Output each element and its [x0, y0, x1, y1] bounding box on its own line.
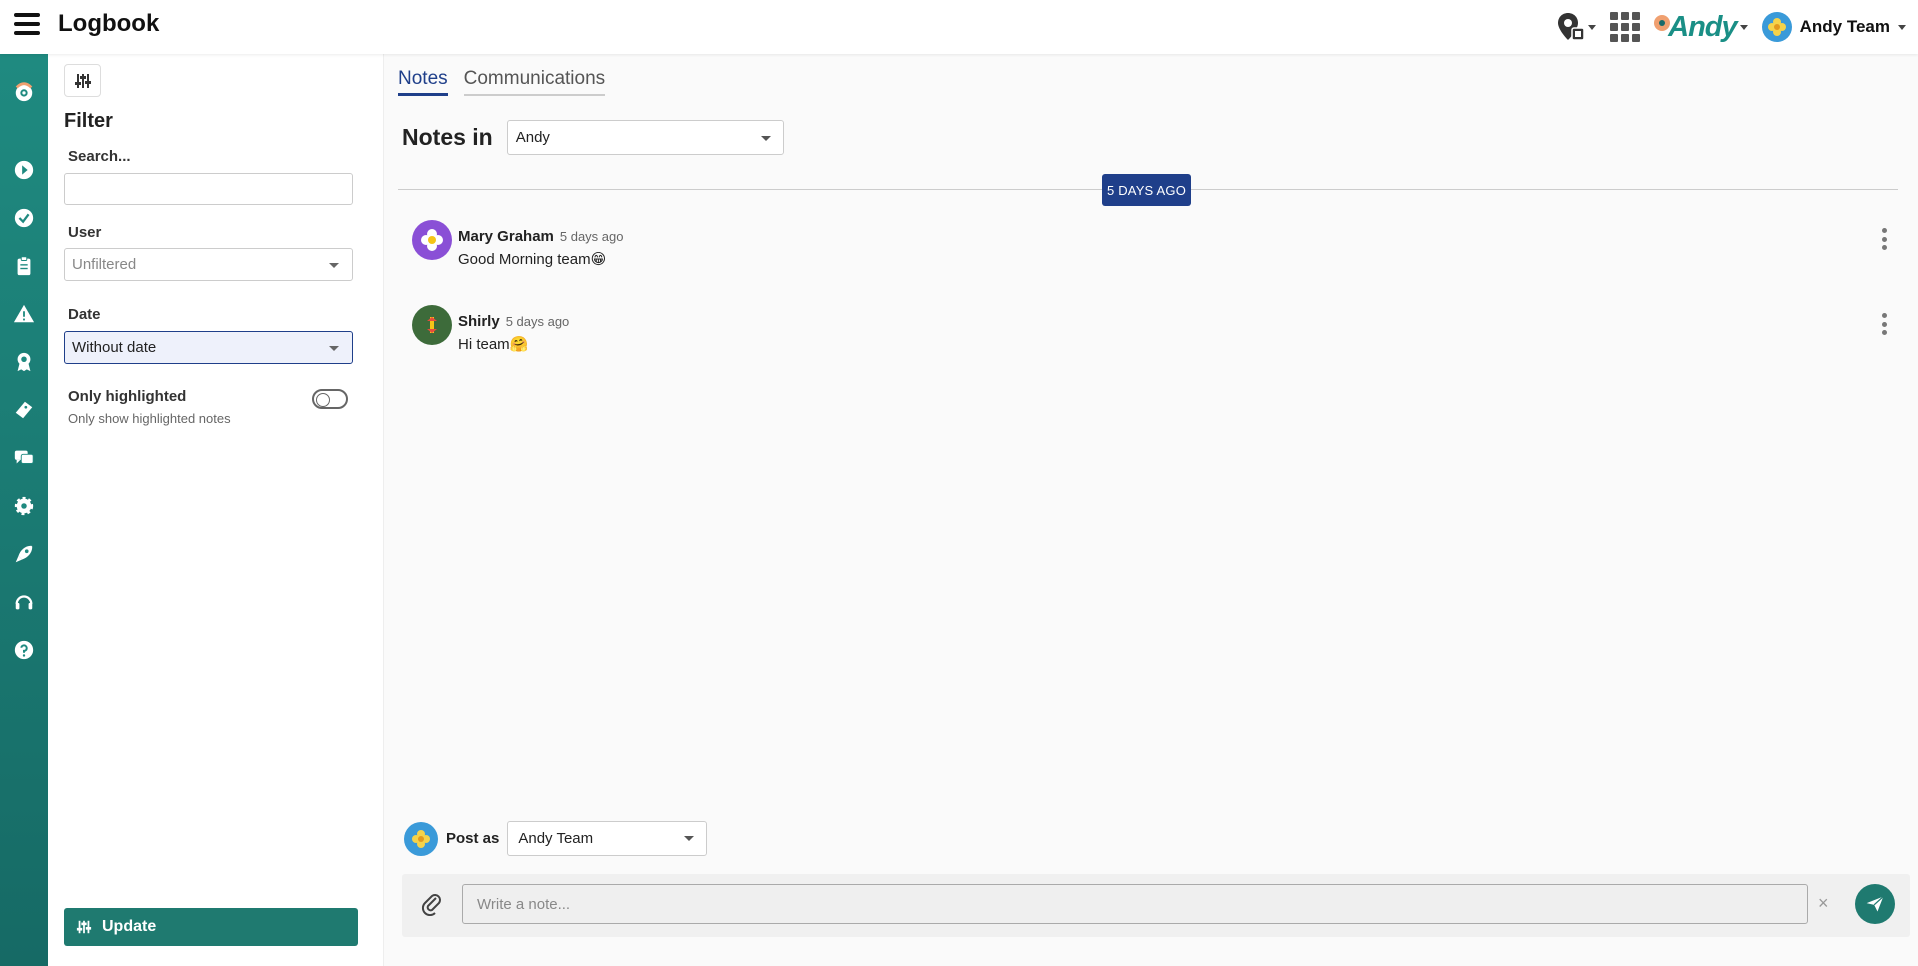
tabs: Notes Communications: [398, 68, 606, 96]
clipboard-icon[interactable]: [12, 254, 36, 278]
more-options-icon[interactable]: [1876, 313, 1892, 335]
send-icon: [1866, 896, 1884, 912]
brand-switcher[interactable]: Andy: [1654, 11, 1748, 44]
rocket-icon[interactable]: [12, 542, 36, 566]
settings-icon[interactable]: [12, 494, 36, 518]
filter-title: Filter: [64, 110, 113, 132]
note-emoji: 🤗: [509, 336, 529, 353]
avatar: [412, 220, 452, 260]
avatar: [404, 821, 438, 856]
sidebar-rail: [0, 54, 48, 966]
team-menu[interactable]: Andy Team: [1761, 12, 1906, 42]
user-select[interactable]: Unfiltered: [64, 248, 353, 281]
avatar: [412, 305, 452, 345]
team-name: Andy Team: [1799, 17, 1890, 36]
chevron-down-icon: [1588, 24, 1597, 30]
award-icon[interactable]: [12, 350, 36, 374]
flower-icon: [412, 829, 430, 848]
tab-communications[interactable]: Communications: [463, 68, 606, 96]
clear-icon[interactable]: ×: [1818, 893, 1829, 913]
avatar: [1761, 12, 1792, 42]
search-label: Search...: [68, 148, 131, 165]
chevron-down-icon: [760, 136, 771, 141]
note-author: Mary Graham 5 days ago: [458, 228, 623, 245]
send-button[interactable]: [1855, 884, 1895, 924]
notes-header: Notes in Andy: [402, 120, 784, 155]
chat-icon[interactable]: [12, 446, 36, 470]
date-select[interactable]: Without date: [64, 331, 353, 364]
post-as-label: Post as: [446, 830, 500, 847]
location-menu[interactable]: [1557, 12, 1597, 42]
logo-icon[interactable]: [12, 80, 36, 104]
user-select-value: Unfiltered: [72, 256, 137, 273]
note-text: Hi team🤗: [458, 335, 528, 353]
notes-in-label: Notes in: [402, 124, 493, 150]
play-icon[interactable]: [12, 158, 36, 182]
notes-scope-value: Andy: [515, 129, 550, 146]
flower-icon: [421, 229, 443, 251]
filter-settings-button[interactable]: [64, 64, 101, 97]
post-as-value: Andy Team: [518, 830, 594, 847]
main-content: Notes Communications Notes in Andy 5 DAY…: [384, 54, 1918, 966]
user-label: User: [68, 224, 102, 241]
post-as: Post as Andy Team: [404, 821, 708, 856]
filter-panel: Filter Search... User Unfiltered Date Wi…: [48, 54, 384, 966]
candy-icon: [427, 317, 437, 333]
sliders-icon: [74, 73, 91, 88]
date-label: Date: [68, 306, 101, 323]
note-author-name: Mary Graham: [458, 228, 554, 245]
note-text: Good Morning team😁: [458, 250, 606, 268]
note-author: Shirly 5 days ago: [458, 313, 569, 330]
flower-icon: [1767, 18, 1786, 36]
sliders-icon: [76, 920, 92, 934]
search-input[interactable]: [64, 173, 353, 205]
ticket-icon[interactable]: [12, 398, 36, 422]
help-icon[interactable]: [12, 638, 36, 662]
menu-icon[interactable]: [14, 13, 40, 35]
map-pin-icon: [1558, 13, 1585, 41]
note-composer: ×: [402, 874, 1910, 937]
top-bar: Logbook Andy Andy Team: [0, 0, 1918, 54]
eye-icon: [1654, 15, 1671, 31]
update-button[interactable]: Update: [64, 908, 358, 946]
check-icon[interactable]: [12, 206, 36, 230]
note-input[interactable]: [462, 884, 1808, 924]
apps-grid-icon[interactable]: [1610, 12, 1641, 42]
note-time: 5 days ago: [505, 314, 570, 329]
note-author-name: Shirly: [458, 313, 500, 330]
top-right-actions: Andy Andy Team: [1557, 8, 1906, 46]
chevron-down-icon: [1739, 24, 1748, 30]
date-badge: 5 DAYS AGO: [1102, 174, 1191, 206]
note-text-body: Hi team: [458, 336, 510, 353]
chevron-down-icon: [329, 263, 339, 268]
chevron-down-icon: [684, 836, 695, 841]
post-as-select[interactable]: Andy Team: [507, 821, 708, 856]
note-time: 5 days ago: [559, 229, 624, 244]
highlight-label: Only highlighted: [68, 388, 187, 405]
more-options-icon[interactable]: [1876, 228, 1892, 250]
note-emoji: 😁: [590, 251, 607, 268]
brand-logo: Andy: [1654, 11, 1738, 44]
paperclip-icon[interactable]: [420, 892, 444, 916]
warning-icon[interactable]: [12, 302, 36, 326]
notes-scope-select[interactable]: Andy: [506, 120, 784, 155]
headset-icon[interactable]: [12, 590, 36, 614]
chevron-down-icon: [1898, 24, 1906, 30]
date-select-value: Without date: [72, 339, 157, 356]
tab-notes[interactable]: Notes: [398, 68, 448, 96]
highlight-toggle[interactable]: [312, 389, 348, 409]
page-title: Logbook: [58, 10, 160, 37]
chevron-down-icon: [329, 346, 339, 351]
highlight-help: Only show highlighted notes: [68, 411, 231, 426]
update-label: Update: [102, 918, 157, 935]
note-text-body: Good Morning team: [458, 251, 591, 268]
